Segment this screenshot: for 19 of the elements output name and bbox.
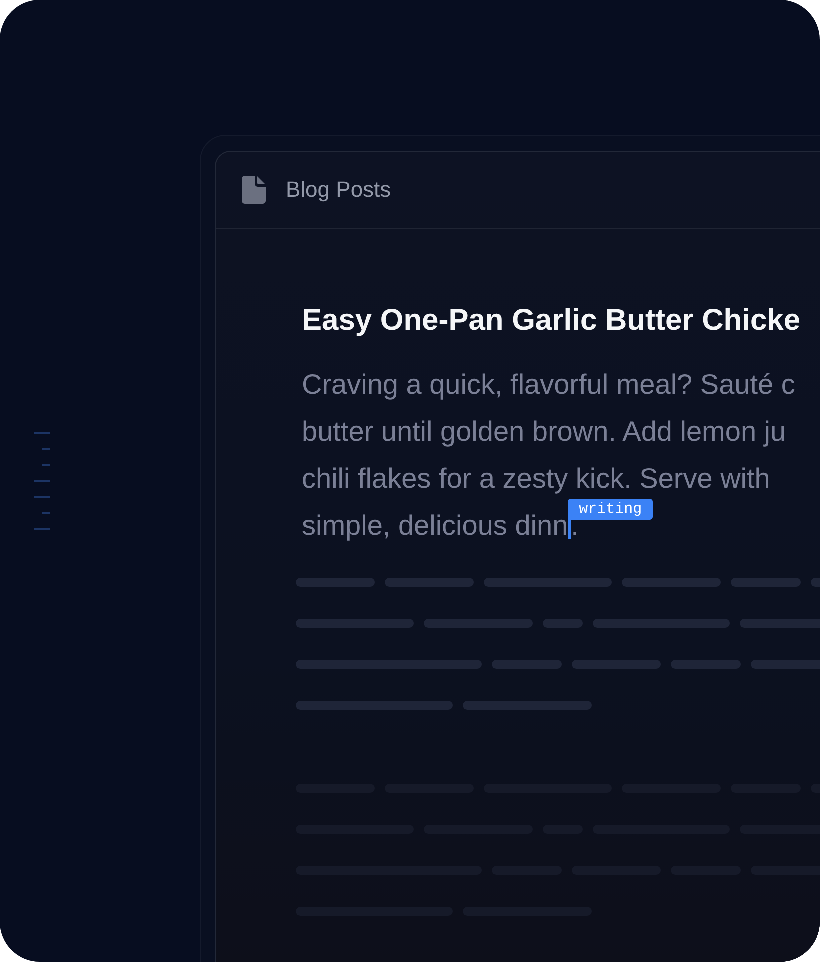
paragraph-line: butter until golden brown. Add lemon ju xyxy=(302,416,786,447)
paragraph-line: Craving a quick, flavorful meal? Sauté c xyxy=(302,369,796,400)
document-icon xyxy=(242,176,266,204)
writing-label: writing xyxy=(568,499,654,520)
tick-mark xyxy=(34,432,50,434)
tick-mark xyxy=(42,512,50,514)
paragraph-line: simple, delicious dinn xyxy=(302,510,568,541)
paragraph-line: chili flakes for a zesty kick. Serve with xyxy=(302,463,770,494)
document-title: Blog Posts xyxy=(286,177,392,203)
tick-mark xyxy=(34,528,50,530)
placeholder-bar xyxy=(731,578,801,587)
placeholder-bar xyxy=(543,619,583,628)
post-title: Easy One-Pan Garlic Butter Chicke xyxy=(302,304,801,337)
tick-mark xyxy=(42,464,50,466)
tick-mark xyxy=(34,496,50,498)
tick-mark xyxy=(34,480,50,482)
tick-mark xyxy=(42,448,50,450)
placeholder-bar xyxy=(671,660,741,669)
placeholder-bar xyxy=(492,660,562,669)
